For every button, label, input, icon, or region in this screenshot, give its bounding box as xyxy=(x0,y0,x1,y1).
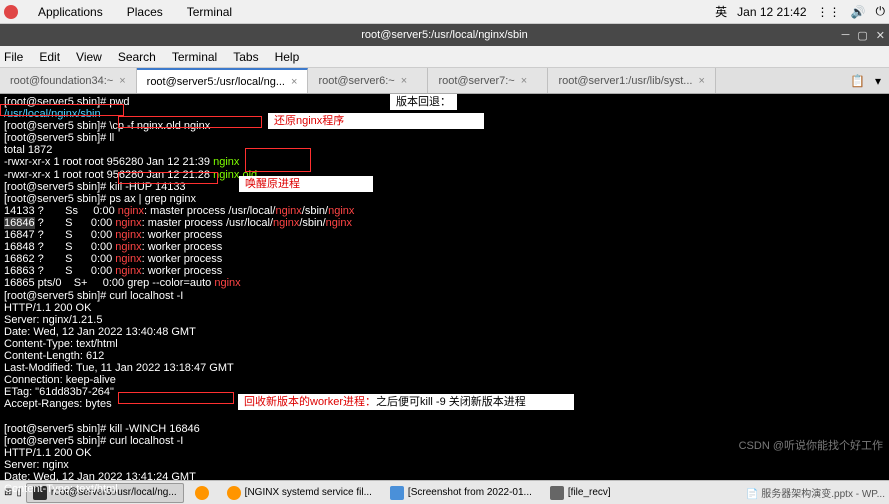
menu-applications[interactable]: Applications xyxy=(34,3,107,21)
close-icon[interactable]: ✕ xyxy=(876,29,885,42)
annotation-recycle: 回收新版本的worker进程：之后便可kill -9 关闭新版本进程 xyxy=(238,394,574,410)
lang-indicator[interactable]: 英 xyxy=(715,3,727,20)
window-title: root@server5:/usr/local/nginx/sbin xyxy=(361,29,527,41)
annotation-restore: 还原nginx程序 xyxy=(268,113,484,129)
menu-view[interactable]: View xyxy=(76,50,102,64)
menu-file[interactable]: File xyxy=(4,50,23,64)
menu-search[interactable]: Search xyxy=(118,50,156,64)
tab-close-icon[interactable]: × xyxy=(119,75,125,87)
new-tab-icon[interactable]: 📋 xyxy=(850,74,865,88)
volume-icon[interactable]: 🔊 xyxy=(851,5,866,19)
menu-help[interactable]: Help xyxy=(275,50,300,64)
annotation-wake: 唤醒原进程 xyxy=(239,176,373,192)
activities-icon[interactable] xyxy=(4,5,18,19)
tab-server6[interactable]: root@server6:~× xyxy=(308,68,428,93)
tab-server5[interactable]: root@server5:/usr/local/ng...× xyxy=(137,68,309,93)
menu-bar: File Edit View Search Terminal Tabs Help xyxy=(0,46,889,68)
window-title-bar: root@server5:/usr/local/nginx/sbin ─ ▢ ✕ xyxy=(0,24,889,46)
tab-close-icon[interactable]: × xyxy=(401,75,407,87)
menu-terminal[interactable]: Terminal xyxy=(183,3,236,21)
power-icon[interactable]: ⏻ xyxy=(876,4,886,19)
terminal-output[interactable]: 版本回退： 还原nginx程序 唤醒原进程 回收新版本的worker进程：之后便… xyxy=(0,94,889,480)
wifi-icon[interactable]: ⋮⋮ xyxy=(817,5,841,19)
menu-places[interactable]: Places xyxy=(123,3,167,21)
tab-close-icon[interactable]: × xyxy=(698,75,704,87)
tab-close-icon[interactable]: × xyxy=(291,76,297,88)
menu-edit[interactable]: Edit xyxy=(39,50,60,64)
watermark: CSDN @听说你能找个好工作 xyxy=(739,440,883,452)
tab-server1[interactable]: root@server1:/usr/lib/syst...× xyxy=(548,68,715,93)
menu-terminal[interactable]: Terminal xyxy=(172,50,217,64)
terminal-tabs: root@foundation34:~× root@server5:/usr/l… xyxy=(0,68,889,94)
tab-foundation[interactable]: root@foundation34:~× xyxy=(0,68,137,93)
annotation-rollback: 版本回退： xyxy=(390,94,457,110)
tab-close-icon[interactable]: × xyxy=(521,75,527,87)
menu-tabs[interactable]: Tabs xyxy=(233,50,258,64)
maximize-icon[interactable]: ▢ xyxy=(857,29,867,42)
tab-server7[interactable]: root@server7:~× xyxy=(428,68,548,93)
minimize-icon[interactable]: ─ xyxy=(842,29,850,42)
clock[interactable]: Jan 12 21:42 xyxy=(737,5,806,19)
tab-menu-icon[interactable]: ▾ xyxy=(875,74,881,88)
desktop-top-bar: Applications Places Terminal 英 Jan 12 21… xyxy=(0,0,889,24)
